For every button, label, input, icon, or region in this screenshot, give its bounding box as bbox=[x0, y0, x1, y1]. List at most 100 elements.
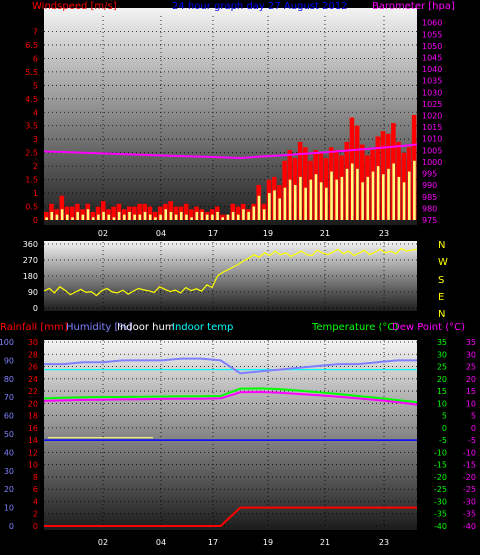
humidity-tick-label: 0 bbox=[9, 522, 14, 531]
gust-bar bbox=[361, 182, 364, 220]
rain-tick-label: 8 bbox=[33, 473, 38, 482]
y2-tick-label: 1010 bbox=[422, 135, 442, 144]
y-tick-label: 2.5 bbox=[25, 149, 38, 158]
gust-bar bbox=[102, 211, 105, 220]
dew-tick-label: -20 bbox=[463, 473, 476, 482]
y-tick-label: 0 bbox=[33, 304, 38, 313]
gust-bar bbox=[216, 211, 219, 220]
compass-w: W bbox=[438, 257, 448, 268]
y-tick-label: 0.5 bbox=[25, 203, 38, 212]
dew-tick-label: 10 bbox=[466, 399, 476, 408]
y2-tick-label: 975 bbox=[422, 216, 437, 225]
temp-tick-label: -5 bbox=[439, 436, 447, 445]
rainfall-axis-title: Rainfall [mm] bbox=[0, 322, 68, 333]
gust-bar bbox=[299, 176, 302, 220]
rain-tick-label: 16 bbox=[28, 424, 38, 433]
gust-bar bbox=[325, 187, 328, 220]
gust-bar bbox=[247, 211, 250, 220]
temp-tick-label: 15 bbox=[437, 387, 447, 396]
gust-bar bbox=[304, 187, 307, 220]
y-tick-label: 5 bbox=[33, 81, 38, 90]
gust-bar bbox=[112, 217, 116, 220]
rain-tick-label: 30 bbox=[28, 338, 38, 347]
temp-tick-label: -10 bbox=[434, 448, 447, 457]
gust-bar bbox=[107, 214, 111, 220]
y-tick-label: 3.5 bbox=[25, 122, 38, 131]
dew-tick-label: 35 bbox=[466, 338, 476, 347]
temp-panel-bg bbox=[44, 340, 417, 530]
gust-bar bbox=[340, 176, 344, 220]
gust-bar bbox=[236, 214, 240, 220]
temp-tick-label: 30 bbox=[437, 350, 447, 359]
gust-bar bbox=[397, 176, 401, 220]
dew-tick-label: -25 bbox=[463, 485, 476, 494]
x-tick-label: 17 bbox=[208, 538, 218, 547]
gust-bar bbox=[231, 211, 235, 220]
temp-tick-label: 25 bbox=[437, 363, 447, 372]
humidity-tick-label: 60 bbox=[4, 412, 14, 421]
gust-bar bbox=[97, 214, 100, 220]
x-tick-label: 02 bbox=[98, 538, 108, 547]
gust-bar bbox=[350, 163, 354, 220]
gust-bar bbox=[387, 168, 390, 220]
gust-bar bbox=[278, 198, 282, 220]
y-tick-label: 1.5 bbox=[25, 176, 38, 185]
rain-tick-label: 22 bbox=[28, 387, 38, 396]
rain-tick-label: 26 bbox=[28, 363, 38, 372]
x-tick-label: 19 bbox=[263, 538, 273, 547]
compass-labels: N W S E N bbox=[438, 240, 448, 320]
gust-bar bbox=[242, 209, 245, 220]
rain-tick-label: 18 bbox=[28, 412, 38, 421]
y-tick-label: 90 bbox=[28, 288, 38, 297]
dew-tick-label: -35 bbox=[463, 510, 476, 519]
y2-tick-label: 980 bbox=[422, 204, 437, 213]
temp-tick-label: -25 bbox=[434, 485, 447, 494]
gust-bar bbox=[262, 209, 266, 220]
gust-bar bbox=[376, 166, 380, 220]
gust-bar bbox=[402, 182, 406, 220]
indoor-temp-legend: Indoor temp bbox=[172, 322, 233, 333]
gust-bar bbox=[345, 168, 349, 220]
gust-bar bbox=[200, 211, 204, 220]
rain-tick-label: 10 bbox=[28, 461, 38, 470]
gust-bar bbox=[179, 211, 183, 220]
y-tick-label: 180 bbox=[23, 272, 38, 281]
y2-tick-label: 1050 bbox=[422, 42, 442, 51]
humidity-tick-label: 50 bbox=[4, 430, 14, 439]
temp-tick-label: 5 bbox=[442, 412, 447, 421]
weather-chart: Windspeed [m/s] 24 hour graph day 27 Aug… bbox=[0, 1, 476, 547]
humidity-tick-label: 70 bbox=[4, 393, 14, 402]
chart-title: 24 hour graph day 27 August 2012 bbox=[172, 1, 348, 12]
y-tick-label: 5.5 bbox=[25, 68, 38, 77]
gust-bar bbox=[148, 214, 152, 220]
gust-bar bbox=[128, 211, 131, 220]
x-tick-label: 17 bbox=[208, 229, 218, 238]
gust-bar bbox=[133, 214, 136, 220]
gust-bar bbox=[143, 211, 147, 220]
gust-bar bbox=[314, 174, 318, 220]
humidity-tick-label: 30 bbox=[4, 467, 14, 476]
humidity-tick-label: 80 bbox=[4, 375, 14, 384]
gust-bar bbox=[66, 214, 69, 220]
y2-tick-label: 1020 bbox=[422, 112, 442, 121]
dew-tick-label: -30 bbox=[463, 497, 476, 506]
gust-bar bbox=[174, 214, 178, 220]
humidity-tick-label: 20 bbox=[4, 485, 14, 494]
gust-bar bbox=[60, 209, 64, 220]
y-tick-label: 270 bbox=[23, 256, 38, 265]
temp-tick-label: -30 bbox=[434, 497, 447, 506]
x-tick-label: 21 bbox=[320, 229, 330, 238]
windspeed-axis-title: Windspeed [m/s] bbox=[32, 1, 117, 12]
rain-tick-label: 6 bbox=[33, 485, 38, 494]
gust-bar bbox=[288, 179, 292, 220]
rain-tick-label: 12 bbox=[28, 448, 38, 457]
y2-tick-label: 1005 bbox=[422, 146, 442, 155]
rain-tick-label: 14 bbox=[28, 436, 38, 445]
gust-bar bbox=[221, 217, 225, 220]
temp-tick-label: 20 bbox=[437, 375, 447, 384]
dew-tick-label: -10 bbox=[463, 448, 476, 457]
y2-tick-label: 990 bbox=[422, 181, 437, 190]
gust-bar bbox=[407, 171, 411, 220]
x-tick-label: 21 bbox=[320, 538, 330, 547]
humidity-tick-label: 10 bbox=[4, 504, 14, 513]
